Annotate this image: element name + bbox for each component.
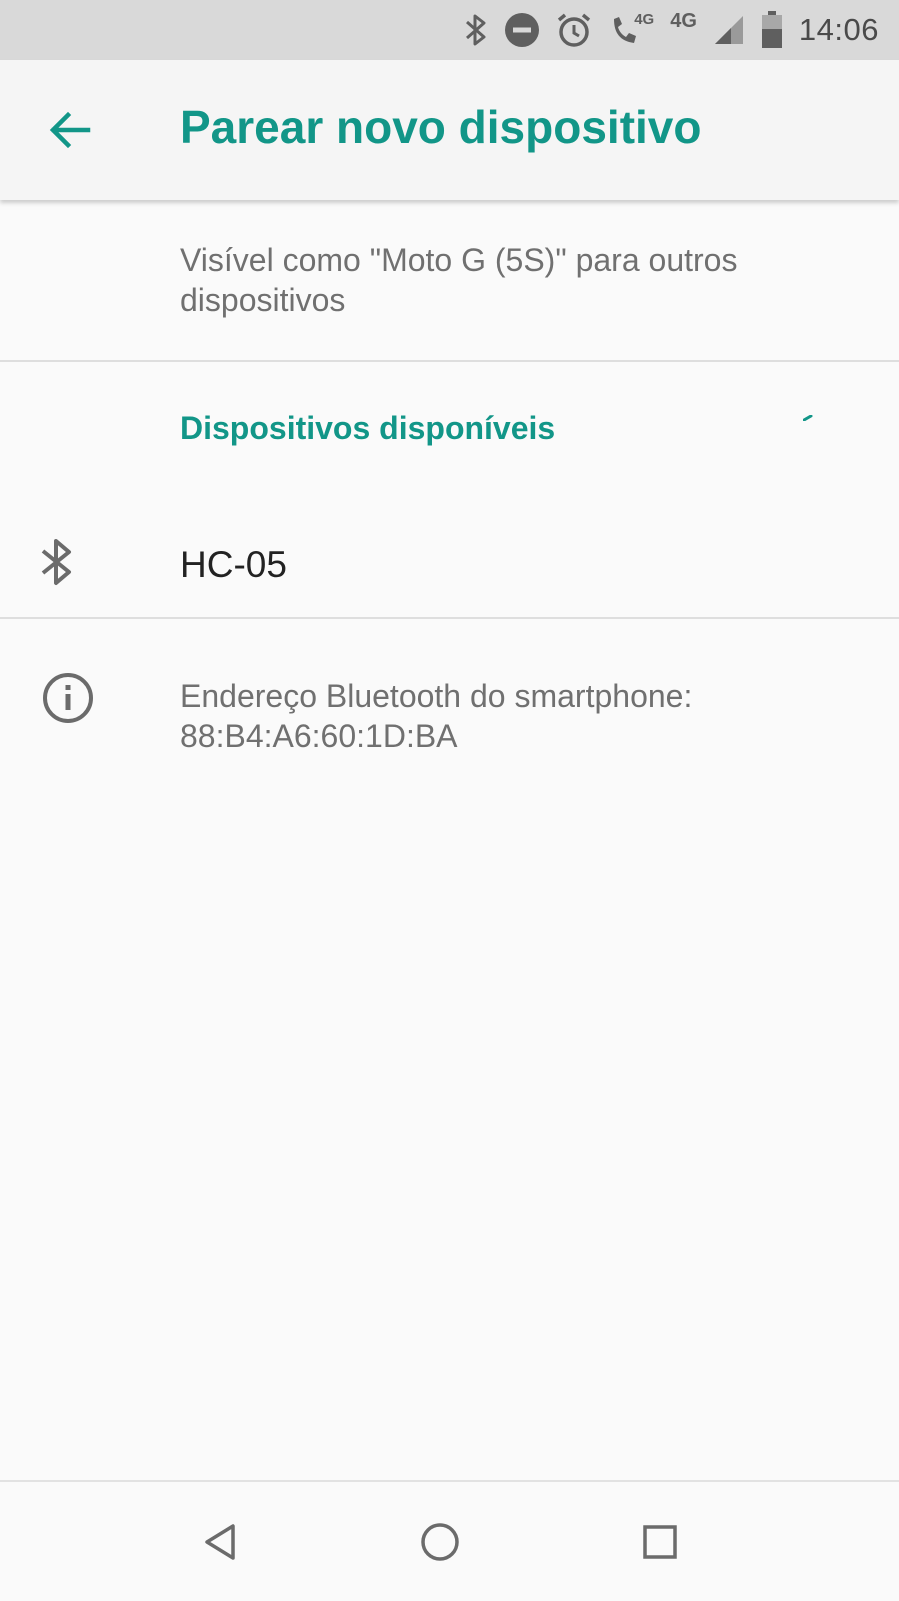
status-bar: 4G 4G 14:06 xyxy=(0,0,899,60)
signal-icon xyxy=(713,14,745,46)
back-button[interactable] xyxy=(40,100,100,160)
network-label: 4G xyxy=(670,10,697,32)
nav-back-button[interactable] xyxy=(181,1502,261,1582)
divider xyxy=(0,360,899,362)
scanning-progress-indicator xyxy=(803,415,813,421)
back-triangle-icon xyxy=(205,1524,235,1560)
call-network-label: 4G xyxy=(634,11,655,28)
nav-recents-button[interactable] xyxy=(620,1502,700,1582)
home-circle-icon xyxy=(421,1523,459,1561)
nav-home-button[interactable] xyxy=(400,1502,480,1582)
arrow-back-icon xyxy=(49,111,91,149)
alarm-icon xyxy=(556,12,592,48)
wifi-calling-icon: 4G xyxy=(608,11,655,47)
status-icons: 4G 4G 14:06 xyxy=(464,0,879,60)
divider xyxy=(0,617,899,619)
app-bar: Parear novo dispositivo xyxy=(0,60,899,200)
battery-icon xyxy=(761,11,783,49)
recents-square-icon xyxy=(643,1525,677,1559)
visibility-description: Visível como "Moto G (5S)" para outros d… xyxy=(180,242,738,318)
available-devices-header: Dispositivos disponíveis xyxy=(180,410,556,446)
bluetooth-status-icon xyxy=(464,13,488,47)
info-icon xyxy=(42,672,94,729)
do-not-disturb-icon xyxy=(504,12,540,48)
bluetooth-icon xyxy=(40,538,74,591)
bluetooth-address-text: Endereço Bluetooth do smartphone: 88:B4:… xyxy=(180,678,693,754)
navigation-bar xyxy=(0,1480,899,1601)
device-name: HC-05 xyxy=(180,544,287,585)
page-title: Parear novo dispositivo xyxy=(180,101,702,153)
status-time: 14:06 xyxy=(798,12,879,47)
device-list-item[interactable]: HC-05 xyxy=(0,500,899,628)
